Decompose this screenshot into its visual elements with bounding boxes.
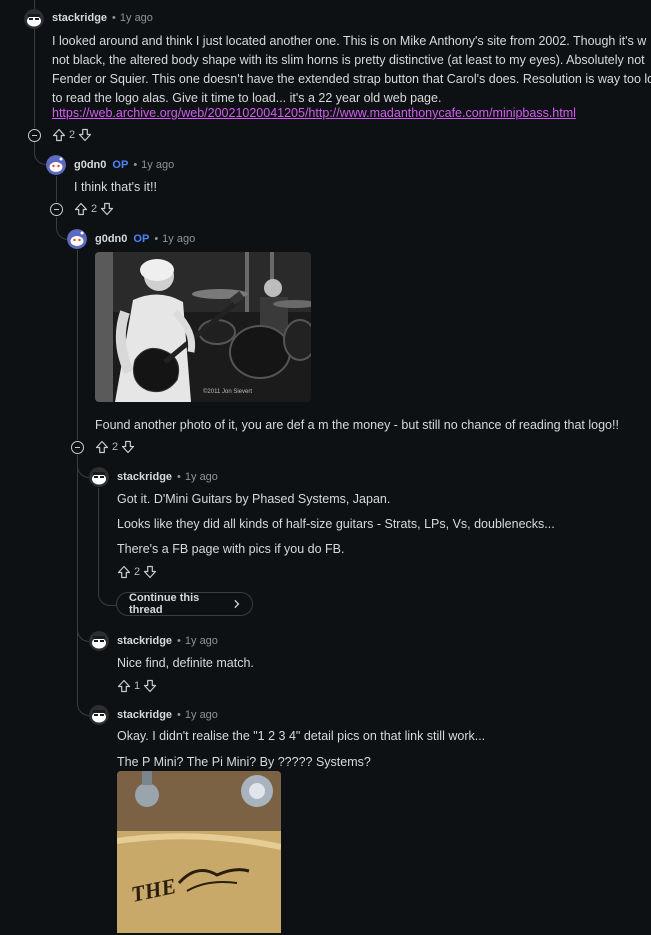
bassist-photo: ©2011 Jon Sievert <box>95 252 311 402</box>
comment-body-line: Got it. D'Mini Guitars by Phased Systems… <box>117 492 391 506</box>
avatar[interactable] <box>46 155 66 175</box>
collapse-button[interactable] <box>71 441 84 454</box>
comment-body-line: Found another photo of it, you are def a… <box>95 418 619 432</box>
snoo-avatar-icon <box>46 155 66 175</box>
downvote-arrow-icon[interactable] <box>100 202 114 216</box>
meta-separator: • <box>177 635 181 647</box>
comment-meta: stackridge • 1y ago <box>52 12 153 24</box>
headstock-photo: THE <box>117 771 281 933</box>
meta-separator: • <box>112 12 116 24</box>
snoo-avatar-icon <box>24 9 44 29</box>
continue-thread-label: Continue this thread <box>129 592 200 616</box>
meta-separator: • <box>177 709 181 721</box>
vote-count: 2 <box>69 129 76 141</box>
continue-thread-button[interactable]: Continue this thread <box>116 592 253 616</box>
snoo-avatar-icon <box>89 631 109 651</box>
vote-bar: 2 <box>117 565 157 579</box>
collapse-button[interactable] <box>28 129 41 142</box>
upvote-arrow-icon[interactable] <box>95 440 109 454</box>
snoo-avatar-icon <box>89 705 109 725</box>
vote-count: 2 <box>91 203 98 215</box>
avatar[interactable] <box>89 705 109 725</box>
thread-line <box>56 176 57 202</box>
meta-separator: • <box>154 233 159 245</box>
vote-count: 2 <box>112 441 119 453</box>
comment-body-line: I looked around and think I just located… <box>52 34 647 48</box>
thread-line <box>98 488 99 580</box>
snoo-avatar-icon <box>67 229 87 249</box>
comment-meta: stackridge • 1y ago <box>117 471 218 483</box>
timestamp[interactable]: 1y ago <box>141 159 174 171</box>
thread-connector <box>34 150 47 165</box>
comment-body-line: The P Mini? The Pi Mini? By ????? System… <box>117 755 371 769</box>
author-name[interactable]: stackridge <box>117 471 172 483</box>
comment-meta: stackridge • 1y ago <box>117 709 218 721</box>
comment-meta: g0dn0 OP • 1y ago <box>74 159 174 171</box>
collapse-button[interactable] <box>50 203 63 216</box>
vote-bar: 2 <box>95 440 135 454</box>
upvote-arrow-icon[interactable] <box>74 202 88 216</box>
comment-body-line: I think that's it!! <box>74 180 157 194</box>
snoo-avatar-icon <box>89 467 109 487</box>
upvote-arrow-icon[interactable] <box>117 679 131 693</box>
avatar[interactable] <box>67 229 87 249</box>
downvote-arrow-icon[interactable] <box>121 440 135 454</box>
thread-connector <box>98 578 117 606</box>
comment-body-line: Nice find, definite match. <box>117 656 254 670</box>
comment-body-line: Looks like they did all kinds of half-si… <box>117 517 555 531</box>
comment-body-line: There's a FB page with pics if you do FB… <box>117 542 345 556</box>
author-name[interactable]: stackridge <box>52 12 107 24</box>
vote-bar: 1 <box>117 679 157 693</box>
downvote-arrow-icon[interactable] <box>143 679 157 693</box>
comment-photo[interactable]: ©2011 Jon Sievert <box>95 252 311 402</box>
comment-body-line: not black, the altered body shape with i… <box>52 53 645 67</box>
vote-bar: 2 <box>74 202 114 216</box>
author-name[interactable]: g0dn0 <box>74 159 106 171</box>
photo-credit: ©2011 Jon Sievert <box>203 388 252 395</box>
comment-meta: stackridge • 1y ago <box>117 635 218 647</box>
avatar[interactable] <box>89 631 109 651</box>
author-name[interactable]: g0dn0 <box>95 233 127 245</box>
avatar[interactable] <box>89 467 109 487</box>
comment-meta: g0dn0 OP • 1y ago <box>95 233 195 245</box>
comment-body-line: Fender or Squier. This one doesn't have … <box>52 72 651 86</box>
meta-separator: • <box>177 471 181 483</box>
author-name[interactable]: stackridge <box>117 709 172 721</box>
timestamp[interactable]: 1y ago <box>120 12 153 24</box>
downvote-arrow-icon[interactable] <box>78 128 92 142</box>
comment-body-line: Okay. I didn't realise the "1 2 3 4" det… <box>117 729 486 743</box>
meta-separator: • <box>133 159 138 171</box>
upvote-arrow-icon[interactable] <box>52 128 66 142</box>
thread-line <box>77 250 78 440</box>
thread-line <box>77 455 78 705</box>
timestamp[interactable]: 1y ago <box>185 635 218 647</box>
timestamp[interactable]: 1y ago <box>185 471 218 483</box>
op-badge: OP <box>133 233 150 245</box>
downvote-arrow-icon[interactable] <box>143 565 157 579</box>
timestamp[interactable]: 1y ago <box>162 233 195 245</box>
author-name[interactable]: stackridge <box>117 635 172 647</box>
upvote-arrow-icon[interactable] <box>117 565 131 579</box>
timestamp[interactable]: 1y ago <box>185 709 218 721</box>
op-badge: OP <box>112 159 129 171</box>
comment-photo[interactable]: THE <box>117 771 281 933</box>
archive-link[interactable]: https://web.archive.org/web/200210200412… <box>52 104 576 123</box>
vote-bar: 2 <box>52 128 92 142</box>
vote-count: 2 <box>134 566 141 578</box>
avatar[interactable] <box>24 9 44 29</box>
chevron-right-icon <box>234 599 240 609</box>
vote-count: 1 <box>134 680 141 692</box>
